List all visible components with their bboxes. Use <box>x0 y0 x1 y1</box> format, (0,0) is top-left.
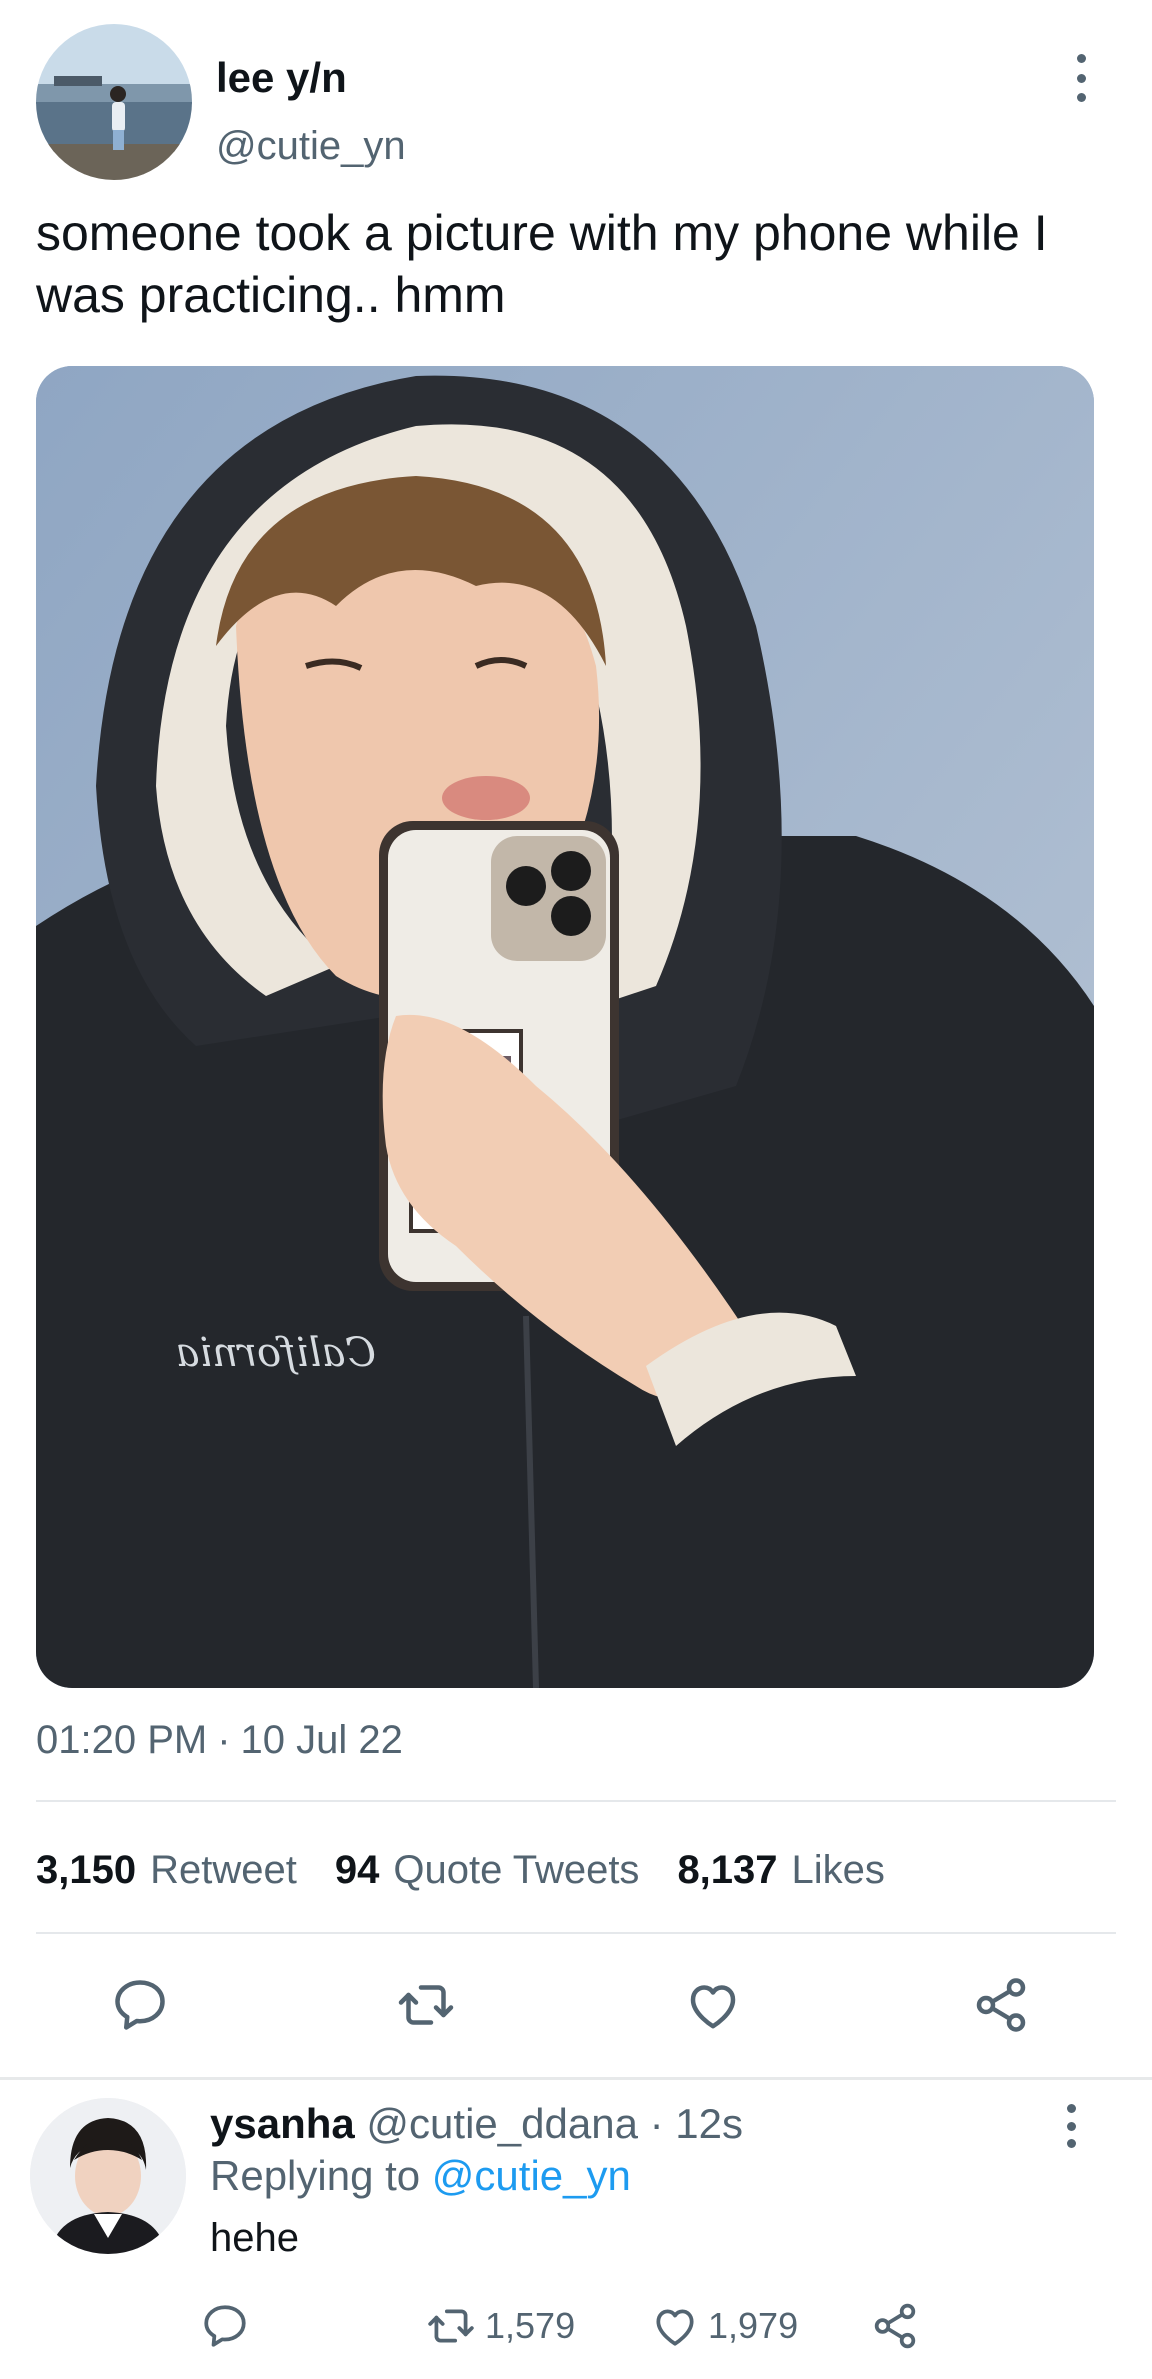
tweet-author-row: lee y/n @cutie_yn <box>36 24 1116 180</box>
author-handle[interactable]: @cutie_yn <box>216 124 406 169</box>
reply-separator <box>0 2077 1152 2080</box>
tweet-stats: 3,150 Retweet 94 Quote Tweets 8,137 Like… <box>36 1845 923 1895</box>
reply-author-handle[interactable]: @cutie_ddana <box>366 2100 638 2147</box>
replying-to-mention[interactable]: @cutie_yn <box>432 2152 631 2199</box>
tweet-timestamp[interactable]: 01:20 PM · 10 Jul 22 <box>36 1718 403 1763</box>
share-icon[interactable] <box>966 1970 1036 2040</box>
more-options-icon[interactable] <box>1066 54 1096 102</box>
reply-like-button[interactable]: 1,979 <box>650 2296 798 2356</box>
reply-reply-icon[interactable] <box>200 2296 250 2356</box>
tweet-actions <box>36 1970 1116 2040</box>
tweet-photo[interactable]: California <box>36 366 1094 1688</box>
reply-retweet-count: 1,579 <box>485 2305 576 2346</box>
reply-avatar-image <box>30 2098 186 2254</box>
reply-age: · 12s <box>649 2100 743 2147</box>
divider-top <box>36 1800 1116 1802</box>
likes-label: Likes <box>791 1847 885 1892</box>
divider-bottom <box>36 1932 1116 1934</box>
reply-like-icon <box>656 2309 694 2346</box>
like-icon[interactable] <box>678 1970 748 2040</box>
reply-avatar[interactable] <box>30 2098 186 2254</box>
reply-author-name[interactable]: ysanha <box>210 2100 355 2147</box>
retweets-stat[interactable]: 3,150 Retweet <box>36 1848 297 1893</box>
replying-to-prefix: Replying to <box>210 2152 421 2199</box>
tweet-date: 10 Jul 22 <box>240 1718 403 1762</box>
retweets-label: Retweet <box>150 1847 297 1892</box>
photo-print: California <box>176 1330 376 1376</box>
reply-more-options-icon[interactable] <box>1056 2104 1086 2148</box>
reply-text: hehe <box>210 2216 299 2260</box>
retweets-count: 3,150 <box>36 1847 137 1892</box>
quote-tweets-stat[interactable]: 94 Quote Tweets <box>335 1848 640 1893</box>
replying-to: Replying to @cutie_yn <box>210 2152 631 2200</box>
reply-like-count: 1,979 <box>708 2305 799 2346</box>
tweet-time: 01:20 PM <box>36 1718 208 1762</box>
reply-retweet-button[interactable]: 1,579 <box>425 2296 575 2356</box>
author-name[interactable]: lee y/n <box>216 54 347 102</box>
likes-stat[interactable]: 8,137 Likes <box>677 1848 885 1893</box>
reply-actions: 1,579 1,979 <box>200 2296 1100 2356</box>
reply-retweet-icon <box>428 2309 474 2343</box>
author-avatar-image <box>36 24 192 180</box>
author-avatar[interactable] <box>36 24 192 180</box>
likes-count: 8,137 <box>677 1847 778 1892</box>
tweet-text: someone took a picture with my phone whi… <box>36 205 1048 323</box>
tweet-photo-image: California <box>36 366 1094 1688</box>
quotes-label: Quote Tweets <box>393 1847 640 1892</box>
retweet-icon[interactable] <box>391 1970 461 2040</box>
reply-icon[interactable] <box>105 1970 175 2040</box>
quotes-count: 94 <box>334 1847 380 1892</box>
timestamp-separator: · <box>217 1718 231 1762</box>
reply-share-icon[interactable] <box>870 2296 920 2356</box>
reply-header: ysanha @cutie_ddana · 12s <box>210 2100 743 2148</box>
